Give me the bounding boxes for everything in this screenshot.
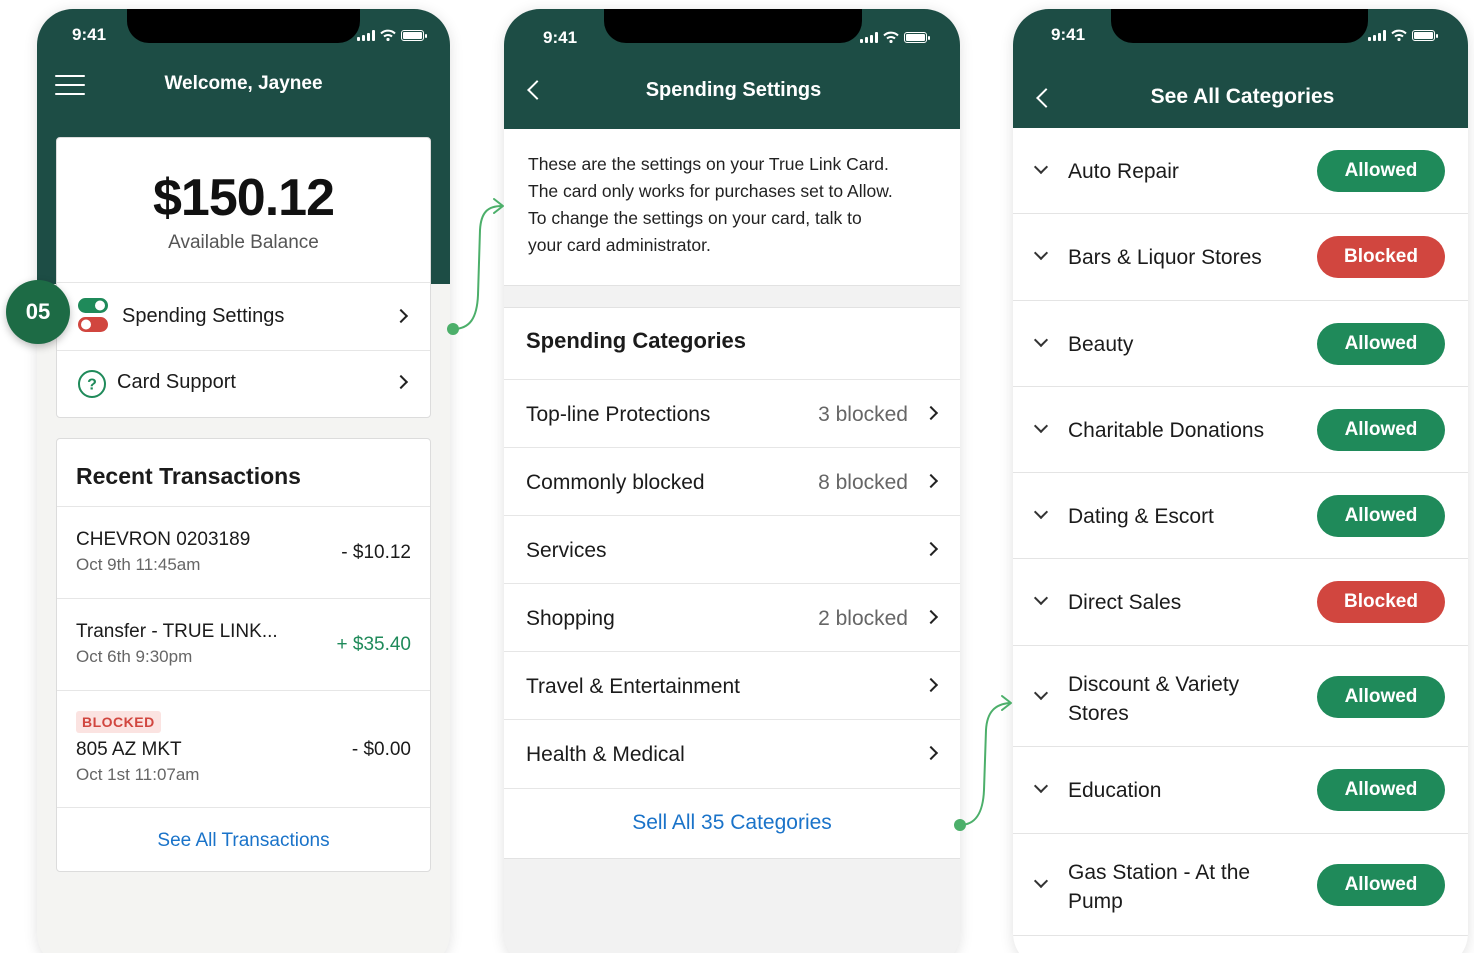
flow-connectors bbox=[447, 198, 1012, 831]
connector-arrow-1 bbox=[447, 198, 504, 335]
connector-arrow-2 bbox=[954, 695, 1012, 831]
